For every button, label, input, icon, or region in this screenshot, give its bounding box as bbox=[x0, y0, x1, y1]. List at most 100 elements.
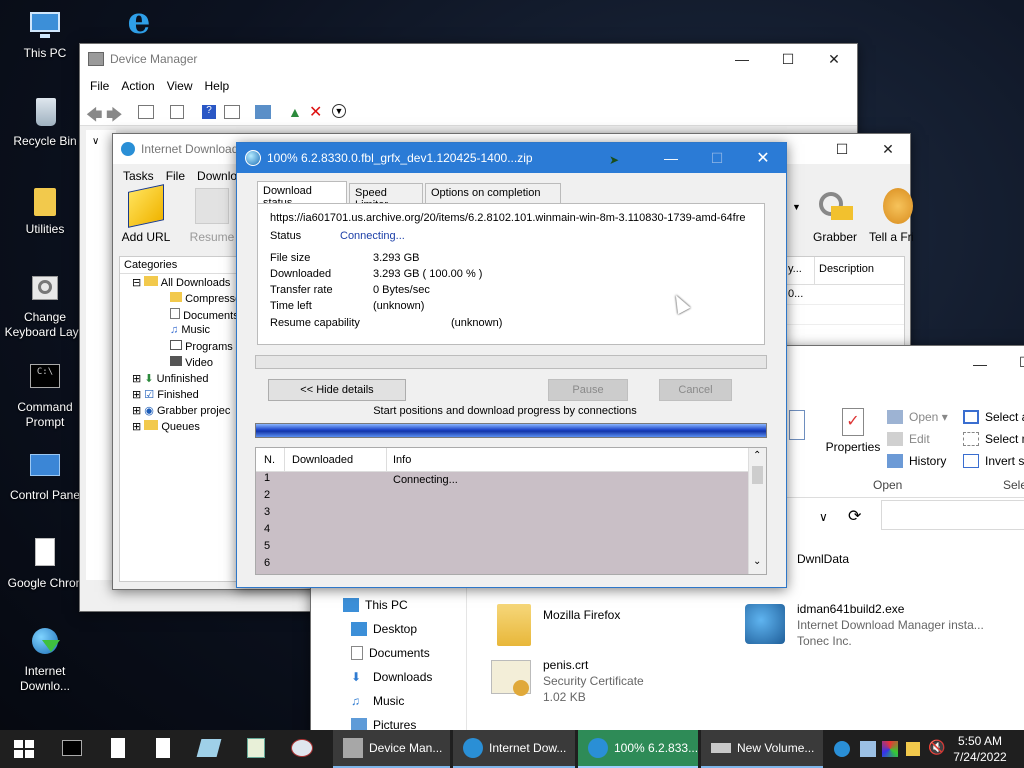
maximize-button[interactable]: ☐ bbox=[819, 134, 865, 164]
column-header-info[interactable]: Info bbox=[393, 454, 411, 466]
connections-table[interactable]: N. Downloaded Info 1 Connecting... 2 3 4 … bbox=[255, 447, 767, 575]
desktop-icon-command-prompt[interactable]: C:\ Command Prompt bbox=[2, 362, 88, 430]
tree-video[interactable]: Video bbox=[120, 356, 238, 372]
tree-documents[interactable]: Documents bbox=[120, 308, 239, 324]
grabber-button[interactable]: Grabber bbox=[807, 188, 863, 244]
close-button[interactable]: ✕ bbox=[740, 143, 786, 173]
file-item[interactable]: DwnlData bbox=[797, 552, 849, 566]
taskbar-device-manager[interactable]: Device Man... bbox=[333, 730, 450, 768]
properties-icon[interactable] bbox=[138, 105, 154, 119]
close-button[interactable]: ✕ bbox=[865, 134, 911, 164]
tree-compressed[interactable]: Compresse bbox=[120, 292, 241, 308]
tree-unfinished[interactable]: ⊞ ⬇ Unfinished bbox=[120, 372, 238, 388]
tree-all-downloads[interactable]: ⊟ All Downloads bbox=[120, 276, 238, 292]
maximize-button[interactable]: ☐ bbox=[694, 143, 740, 173]
tree-music[interactable]: ♫ Music bbox=[120, 324, 238, 340]
volume-muted-icon[interactable]: 🔇 bbox=[928, 739, 945, 756]
table-row[interactable]: 1 Connecting... bbox=[256, 472, 748, 489]
desktop-icon-google-chrome[interactable]: Google Chron bbox=[2, 538, 88, 591]
tree-finished[interactable]: ⊞ ☑ Finished bbox=[120, 388, 238, 404]
terminal-icon[interactable] bbox=[62, 740, 82, 756]
tray-network-icon[interactable] bbox=[860, 741, 876, 757]
file-item[interactable]: penis.crt Security Certificate 1.02 KB bbox=[491, 656, 711, 708]
help-icon[interactable]: ? bbox=[202, 105, 216, 119]
vertical-scrollbar[interactable]: ⌃ ⌄ bbox=[748, 448, 766, 574]
file-icon[interactable] bbox=[111, 738, 125, 758]
hide-details-button[interactable]: << Hide details bbox=[268, 379, 406, 401]
table-row[interactable]: 5 bbox=[256, 540, 748, 557]
table-row[interactable]: 2 bbox=[256, 489, 748, 506]
list-icon[interactable] bbox=[170, 105, 184, 119]
tree-queues[interactable]: ⊞ Queues bbox=[120, 420, 238, 436]
table-row[interactable]: 4 bbox=[256, 523, 748, 540]
forward-arrow-icon[interactable]: 🡆 bbox=[106, 104, 123, 131]
nav-this-pc[interactable]: This PC bbox=[343, 594, 408, 616]
desktop-icon-keyboard-layout[interactable]: Change Keyboard Layo bbox=[2, 272, 88, 340]
column-header-number[interactable]: N. bbox=[264, 454, 275, 466]
select-none-button[interactable]: Select no bbox=[963, 428, 1024, 450]
desktop-icon-utilities[interactable]: Utilities bbox=[2, 184, 88, 237]
table-row[interactable]: 3 bbox=[256, 506, 748, 523]
menu-help[interactable]: Help bbox=[199, 79, 236, 93]
tree-programs[interactable]: Programs bbox=[120, 340, 238, 356]
tab-speed-limiter[interactable]: Speed Limiter bbox=[349, 183, 423, 211]
maximize-button[interactable]: ☐ bbox=[1019, 354, 1024, 371]
menu-view[interactable]: View bbox=[161, 79, 199, 93]
maximize-button[interactable]: ☐ bbox=[765, 44, 811, 74]
nav-documents[interactable]: Documents bbox=[351, 642, 430, 664]
file-icon[interactable] bbox=[156, 738, 170, 758]
download-icon[interactable]: ▼ bbox=[332, 104, 346, 118]
minimize-button[interactable]: — bbox=[719, 44, 765, 74]
view-icon[interactable] bbox=[224, 105, 240, 119]
scan-hardware-icon[interactable] bbox=[255, 105, 271, 119]
edit-button[interactable]: Edit bbox=[887, 428, 930, 450]
tab-download-status[interactable]: Download status bbox=[257, 181, 347, 209]
column-header-partial[interactable]: y... bbox=[788, 263, 802, 275]
notepad-icon[interactable] bbox=[196, 739, 222, 757]
download-progress-dialog[interactable]: 100% 6.2.8330.0.fbl_grfx_dev1.120425-140… bbox=[236, 142, 787, 588]
select-all-button[interactable]: Select al bbox=[963, 406, 1024, 428]
cancel-button[interactable]: Cancel bbox=[659, 379, 732, 401]
uninstall-icon[interactable]: ✕ bbox=[309, 102, 322, 122]
desktop-icon-this-pc[interactable]: This PC bbox=[2, 8, 88, 61]
file-item[interactable]: idman641build2.exe Internet Download Man… bbox=[745, 600, 1005, 652]
desktop-icon-idm[interactable]: Internet Downlo... bbox=[2, 626, 88, 694]
nav-music[interactable]: ♫ Music bbox=[351, 690, 404, 712]
desktop-icon-recycle-bin[interactable]: Recycle Bin bbox=[2, 96, 88, 149]
address-dropdown-chevron[interactable]: ∨ bbox=[819, 510, 828, 524]
tray-folder-icon[interactable] bbox=[906, 742, 920, 756]
back-arrow-icon[interactable]: 🡄 bbox=[86, 104, 103, 131]
tell-friend-button[interactable]: Tell a Fri bbox=[869, 188, 913, 244]
task-manager-icon[interactable] bbox=[247, 738, 265, 758]
scroll-thumb[interactable] bbox=[752, 466, 763, 484]
menu-action[interactable]: Action bbox=[115, 79, 160, 93]
edge-icon[interactable]: e bbox=[122, 3, 156, 39]
update-driver-icon[interactable]: ▲ bbox=[288, 104, 302, 120]
file-item[interactable]: Mozilla Firefox bbox=[497, 602, 697, 650]
close-button[interactable]: ✕ bbox=[811, 44, 857, 74]
scroll-down-icon[interactable]: ⌄ bbox=[753, 556, 761, 567]
desktop-icon-control-panel[interactable]: Control Pane bbox=[2, 450, 88, 503]
minimize-button[interactable]: — bbox=[648, 143, 694, 173]
nav-downloads[interactable]: ⬇ Downloads bbox=[351, 666, 432, 688]
scroll-up-icon[interactable]: ⌃ bbox=[753, 450, 761, 461]
list-item[interactable]: 0... bbox=[786, 285, 904, 305]
tray-color-icon[interactable] bbox=[882, 741, 898, 757]
nav-desktop[interactable]: Desktop bbox=[351, 618, 417, 640]
menu-file[interactable]: File bbox=[160, 169, 191, 183]
menu-file[interactable]: File bbox=[84, 79, 115, 93]
column-header-downloaded[interactable]: Downloaded bbox=[292, 454, 353, 466]
copy-path-icon[interactable] bbox=[789, 410, 805, 440]
minimize-button[interactable]: — bbox=[973, 356, 987, 372]
table-row[interactable]: 6 bbox=[256, 557, 748, 574]
history-button[interactable]: History bbox=[887, 450, 946, 472]
refresh-icon[interactable]: ⟳ bbox=[848, 506, 861, 526]
dialog-titlebar[interactable]: 100% 6.2.8330.0.fbl_grfx_dev1.120425-140… bbox=[237, 143, 786, 173]
tab-options-on-completion[interactable]: Options on completion bbox=[425, 183, 561, 203]
tree-grabber-projects[interactable]: ⊞ ◉ Grabber projec bbox=[120, 404, 238, 420]
add-url-button[interactable]: Add URL bbox=[121, 184, 171, 244]
invert-selection-button[interactable]: Invert se bbox=[963, 450, 1024, 472]
pause-button[interactable]: Pause bbox=[548, 379, 628, 401]
open-button[interactable]: Open ▾ bbox=[887, 406, 948, 428]
column-header-description[interactable]: Description bbox=[819, 263, 874, 275]
